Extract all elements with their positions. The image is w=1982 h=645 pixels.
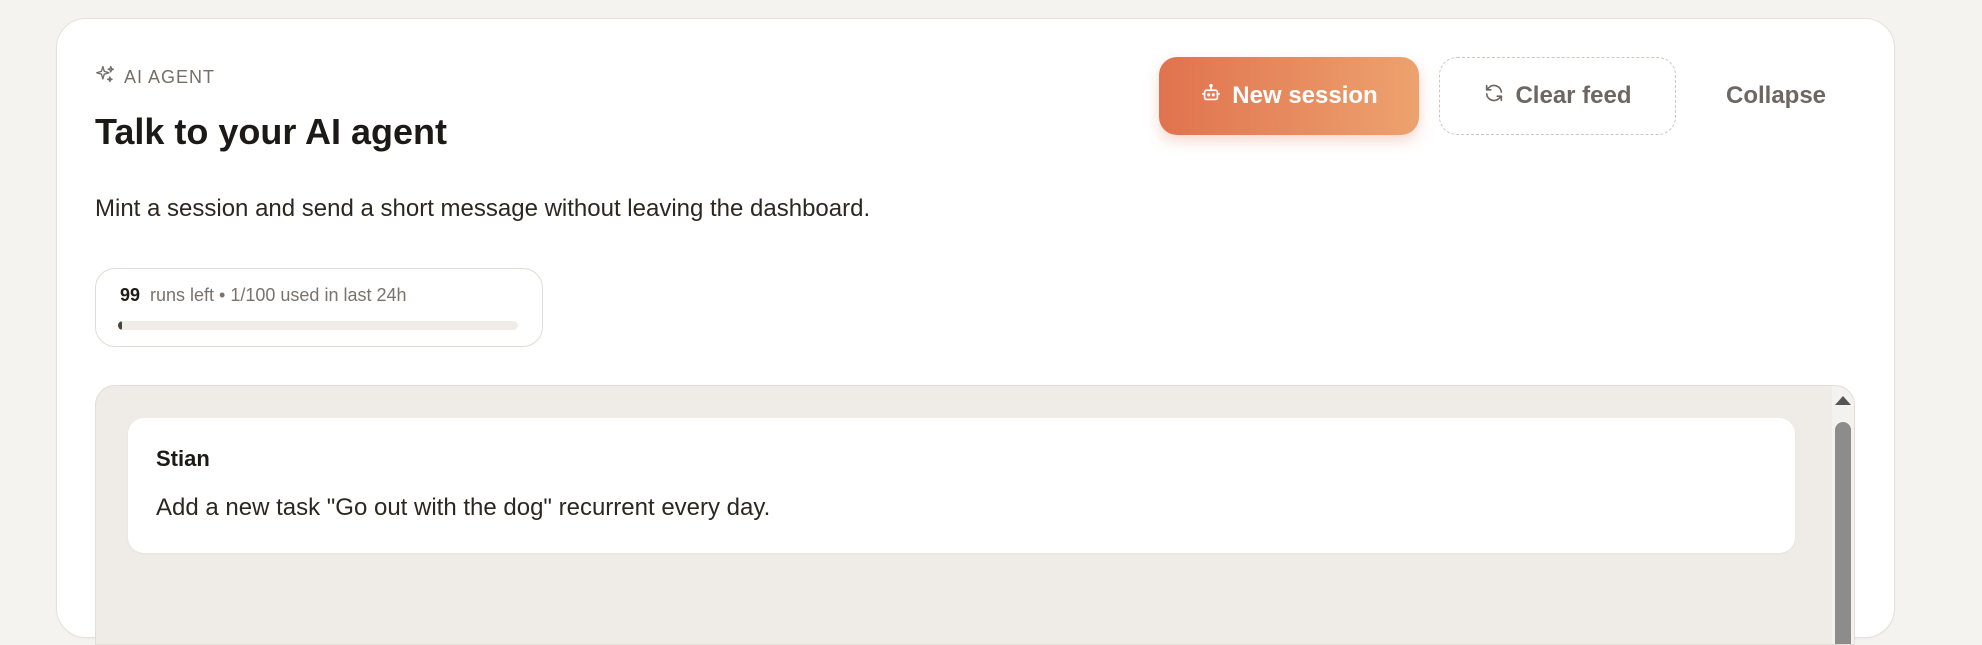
sparkles-icon [95,64,116,90]
new-session-button[interactable]: New session [1159,57,1419,135]
collapse-button[interactable]: Collapse [1696,57,1856,135]
panel-actions: New session Clear feed Collapse [1159,57,1856,135]
message-card: Stian Add a new task "Go out with the do… [128,418,1795,553]
feed-scrollbar[interactable] [1832,386,1854,644]
scroll-up-arrow-icon[interactable] [1835,396,1851,405]
new-session-label: New session [1232,82,1378,109]
scroll-thumb[interactable] [1835,422,1851,644]
message-text: Add a new task "Go out with the dog" rec… [156,494,771,521]
usage-summary: 99 runs left • 1/100 used in last 24h [120,285,407,306]
usage-quota: 99 runs left • 1/100 used in last 24h [95,268,543,347]
runs-left-count: 99 [120,285,141,305]
panel-eyebrow: AI AGENT [95,64,215,90]
usage-summary-text: runs left • 1/100 used in last 24h [150,285,407,305]
message-author: Stian [156,446,210,471]
message-feed: Stian Add a new task "Go out with the do… [95,385,1855,645]
panel-title: Talk to your AI agent [95,111,448,152]
eyebrow-label: AI AGENT [124,66,216,87]
clear-feed-label: Clear feed [1515,82,1632,109]
ai-agent-panel: AI AGENT Talk to your AI agent Mint a se… [56,18,1895,645]
usage-progress-fill [118,321,122,330]
usage-progress-bar [118,321,518,330]
robot-icon [1200,82,1222,111]
refresh-icon [1483,82,1505,111]
clear-feed-button[interactable]: Clear feed [1439,57,1676,135]
panel-description: Mint a session and send a short message … [95,195,871,222]
